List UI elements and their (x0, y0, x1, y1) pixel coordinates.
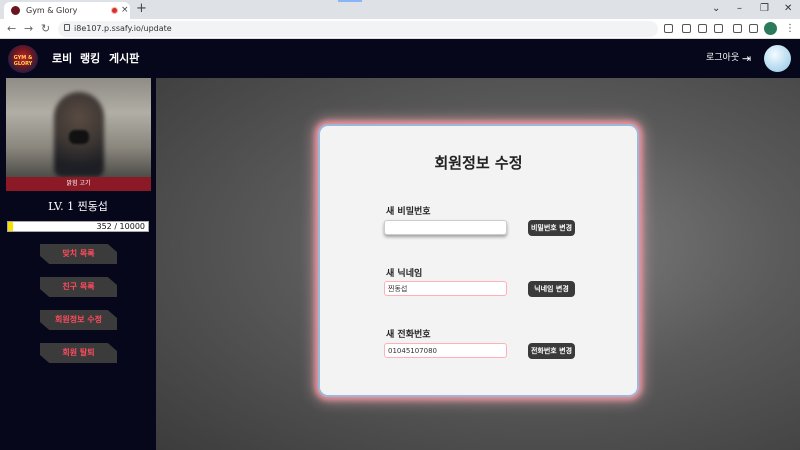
webcam-preview (6, 78, 151, 177)
friend-list-button[interactable]: 친구 목록 (40, 277, 117, 297)
new-tab-button[interactable]: + (136, 1, 147, 17)
favicon-icon (11, 6, 20, 15)
phone-input[interactable] (384, 343, 507, 358)
webcam-label: 밝힘 고기 (6, 177, 151, 191)
tab-strip-highlight (338, 0, 362, 2)
recording-indicator-icon (111, 7, 118, 14)
card-title: 회원정보 수정 (434, 154, 523, 172)
nav-board[interactable]: 게시판 (109, 52, 139, 66)
withdraw-button[interactable]: 회원 탈퇴 (40, 343, 117, 363)
back-button[interactable]: ← (7, 22, 16, 35)
forward-button[interactable]: → (24, 22, 33, 35)
app-logo[interactable]: GYM & GLORY (8, 45, 38, 73)
logout-icon[interactable]: ⇥ (742, 52, 751, 65)
xp-text: 352 / 10000 (96, 222, 146, 231)
tab-title: Gym & Glory (26, 6, 78, 15)
tab-close-icon[interactable]: × (121, 4, 129, 17)
minimize-button[interactable]: – (737, 2, 742, 15)
webcam-mask (69, 130, 89, 144)
password-input[interactable] (384, 220, 507, 235)
user-level: LV. 1 찐동섭 (48, 200, 108, 213)
browser-toolbar: ← → ↻ i8e107.p.ssafy.io/update ⋮ (0, 19, 800, 39)
browser-profile-avatar[interactable] (764, 22, 777, 35)
translate-icon[interactable] (682, 24, 691, 33)
change-nickname-button[interactable]: 닉네임 변경 (528, 281, 575, 297)
tab-search-icon[interactable]: ⌄ (712, 2, 720, 15)
phone-label: 새 전화번호 (386, 330, 431, 340)
browser-menu-icon[interactable]: ⋮ (785, 22, 795, 35)
url-text: i8e107.p.ssafy.io/update (74, 24, 172, 33)
xp-progress-bar: 352 / 10000 (7, 221, 149, 232)
nav-lobby[interactable]: 로비 (52, 52, 72, 66)
match-list-button[interactable]: 맞치 목록 (40, 244, 117, 264)
maximize-button[interactable]: ❐ (760, 2, 769, 15)
extensions-icon[interactable] (733, 24, 742, 33)
sidebar: 밝힘 고기 LV. 1 찐동섭 352 / 10000 맞치 목록 친구 목록 … (0, 78, 156, 450)
logout-button[interactable]: 로그아웃 (706, 52, 739, 65)
browser-tab[interactable]: Gym & Glory × (4, 2, 130, 19)
side-panel-icon[interactable] (749, 24, 758, 33)
change-phone-button[interactable]: 전화번호 변경 (528, 343, 575, 359)
nickname-input[interactable] (384, 281, 507, 296)
change-password-button[interactable]: 비밀번호 변경 (528, 220, 575, 236)
logo-text: GYM & GLORY (13, 55, 33, 67)
nickname-label: 새 닉네임 (386, 269, 423, 279)
app-header: GYM & GLORY 로비 랭킹 게시판 로그아웃 ⇥ (0, 39, 800, 78)
edit-profile-button[interactable]: 회원정보 수정 (40, 310, 117, 330)
password-label: 새 비밀번호 (386, 207, 431, 217)
profile-edit-card: 회원정보 수정 새 비밀번호 비밀번호 변경 새 닉네임 닉네임 변경 새 전화… (318, 124, 639, 397)
user-avatar[interactable] (764, 45, 791, 72)
bookmark-star-icon[interactable] (714, 24, 723, 33)
xp-progress-fill (8, 222, 13, 231)
close-window-button[interactable]: ✕ (784, 2, 792, 15)
share-icon[interactable] (698, 24, 707, 33)
address-bar[interactable]: i8e107.p.ssafy.io/update (58, 21, 658, 37)
camera-icon[interactable] (664, 24, 673, 33)
lock-icon (64, 24, 70, 31)
nav-ranking[interactable]: 랭킹 (80, 52, 100, 66)
reload-button[interactable]: ↻ (41, 22, 50, 35)
browser-tab-bar: Gym & Glory × + ⌄ – ❐ ✕ (0, 0, 800, 19)
